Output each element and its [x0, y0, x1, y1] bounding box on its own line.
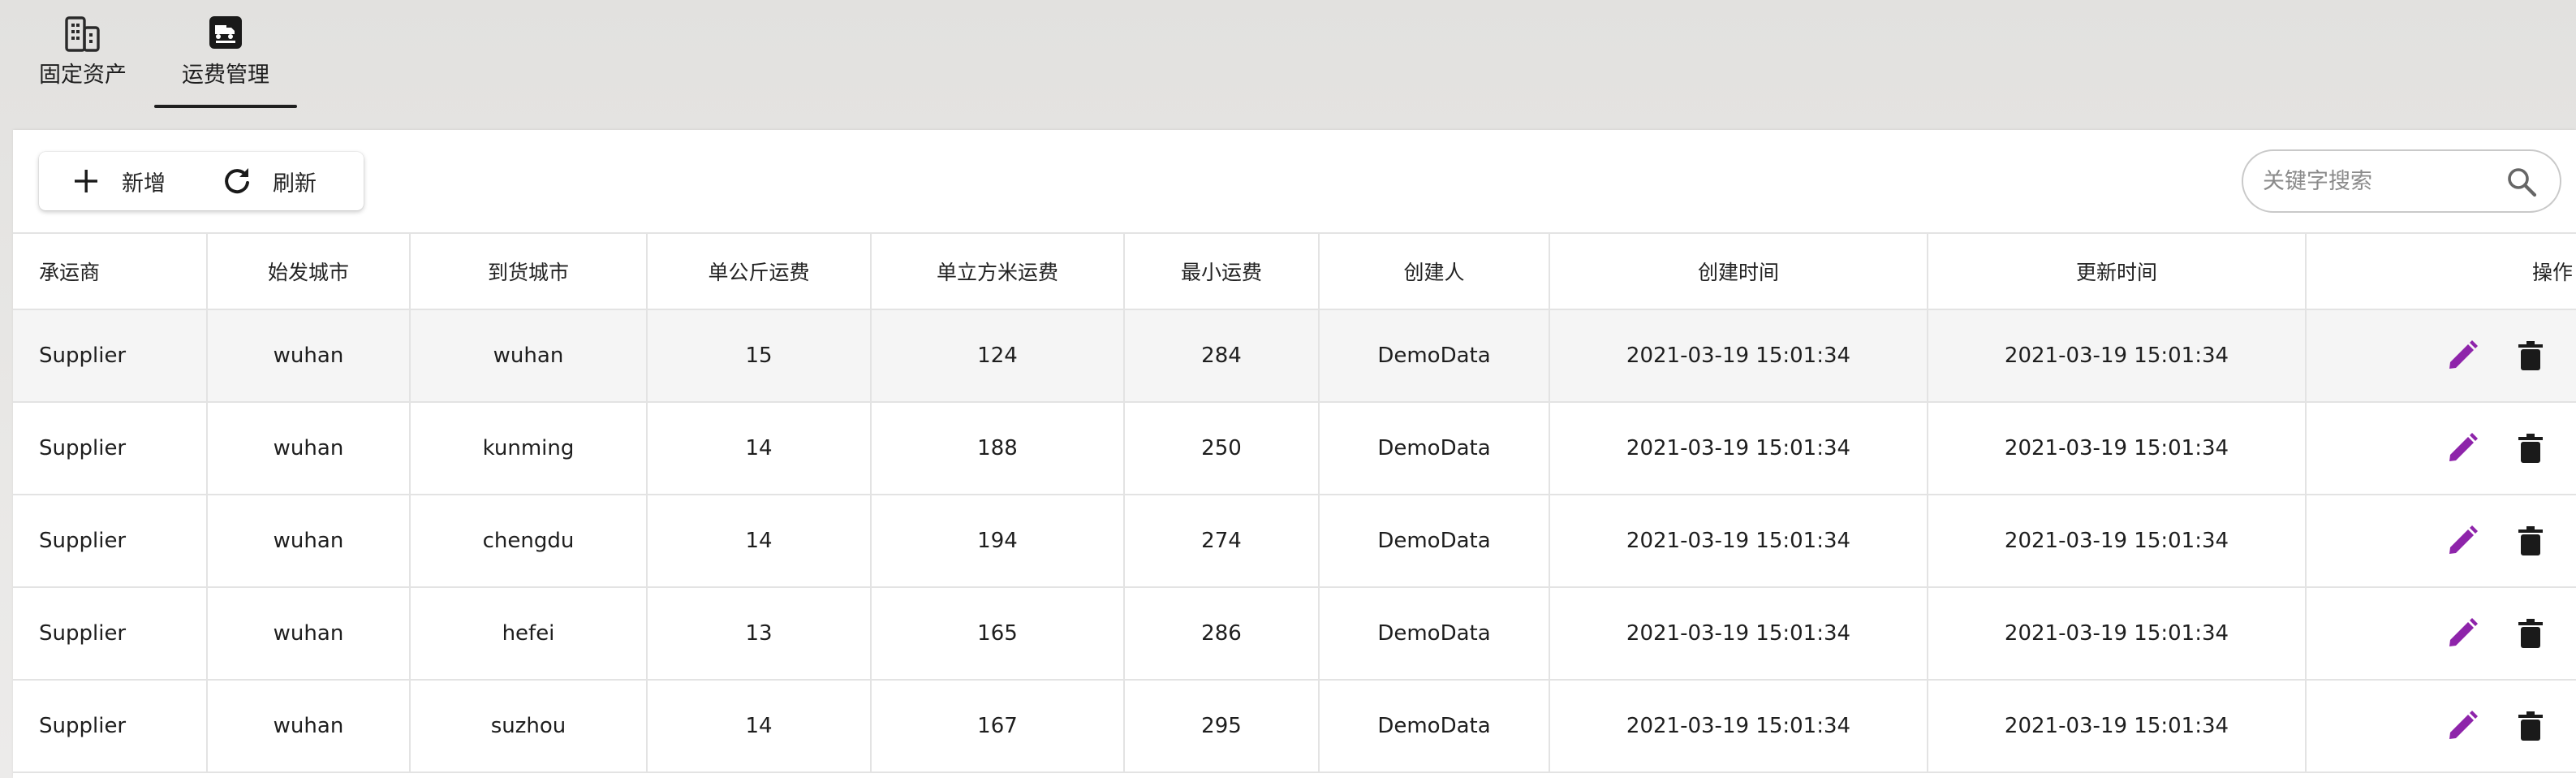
- cell-created-time: 2021-03-19 15:01:34: [1550, 681, 1928, 772]
- cell-updated-time: 2021-03-19 15:01:34: [1928, 403, 2307, 494]
- cell-origin-city: wuhan: [208, 495, 411, 586]
- cell-actions: [2307, 681, 2576, 772]
- cell-carrier: Supplier: [13, 588, 208, 679]
- delete-icon[interactable]: [2513, 708, 2548, 744]
- column-header-updated-time[interactable]: 更新时间: [1928, 234, 2307, 309]
- search-input[interactable]: [2263, 168, 2498, 194]
- refresh-button[interactable]: 刷新: [219, 152, 317, 210]
- cell-updated-time: 2021-03-19 15:01:34: [1928, 310, 2307, 401]
- cell-min-fee: 274: [1125, 495, 1320, 586]
- cell-created-time: 2021-03-19 15:01:34: [1550, 403, 1928, 494]
- cell-fee-per-m3: 194: [872, 495, 1125, 586]
- cell-min-fee: 284: [1125, 310, 1320, 401]
- delete-icon[interactable]: [2513, 523, 2548, 559]
- cell-fee-per-m3: 167: [872, 681, 1125, 772]
- cell-min-fee: 295: [1125, 681, 1320, 772]
- cell-destination-city: wuhan: [411, 310, 648, 401]
- table-row[interactable]: Supplier wuhan chengdu 14 194 274 DemoDa…: [13, 495, 2576, 588]
- cell-carrier: Supplier: [13, 403, 208, 494]
- cell-fee-per-kg: 13: [648, 588, 872, 679]
- column-header-carrier[interactable]: 承运商: [13, 234, 208, 309]
- active-tab-indicator: [154, 105, 297, 108]
- delete-icon[interactable]: [2513, 430, 2548, 466]
- column-header-fee-per-kg[interactable]: 单公斤运费: [648, 234, 872, 309]
- cell-min-fee: 286: [1125, 588, 1320, 679]
- cell-fee-per-kg: 14: [648, 681, 872, 772]
- cell-carrier: Supplier: [13, 681, 208, 772]
- cell-fee-per-kg: 14: [648, 403, 872, 494]
- cell-creator: DemoData: [1320, 681, 1550, 772]
- edit-icon[interactable]: [2445, 338, 2480, 374]
- refresh-icon: [219, 163, 255, 199]
- column-header-origin-city[interactable]: 始发城市: [208, 234, 411, 309]
- cell-destination-city: chengdu: [411, 495, 648, 586]
- main-panel: 新增 刷新 承运商 始发城市 到货城市 单公斤运费 单立方: [13, 130, 2576, 778]
- table-row[interactable]: Supplier wuhan wuhan 15 124 284 DemoData…: [13, 310, 2576, 403]
- cell-fee-per-m3: 188: [872, 403, 1125, 494]
- refresh-button-label: 刷新: [273, 171, 317, 197]
- cell-fee-per-m3: 124: [872, 310, 1125, 401]
- cell-destination-city: suzhou: [411, 681, 648, 772]
- cell-updated-time: 2021-03-19 15:01:34: [1928, 495, 2307, 586]
- cell-fee-per-kg: 14: [648, 495, 872, 586]
- plus-icon: [68, 163, 104, 199]
- cell-actions: [2307, 403, 2576, 494]
- top-tab-bar: 固定资产 运费管理: [0, 0, 2576, 130]
- add-button-label: 新增: [122, 171, 166, 197]
- column-header-created-time[interactable]: 创建时间: [1550, 234, 1928, 309]
- cell-origin-city: wuhan: [208, 588, 411, 679]
- table-row[interactable]: Supplier wuhan kunming 14 188 250 DemoDa…: [13, 403, 2576, 495]
- cell-origin-city: wuhan: [208, 310, 411, 401]
- search-box: [2242, 149, 2561, 213]
- column-header-min-fee[interactable]: 最小运费: [1125, 234, 1320, 309]
- edit-icon[interactable]: [2445, 523, 2480, 559]
- tab-fixed-assets[interactable]: 固定资产: [32, 0, 133, 109]
- cell-carrier: Supplier: [13, 310, 208, 401]
- cell-origin-city: wuhan: [208, 403, 411, 494]
- cell-updated-time: 2021-03-19 15:01:34: [1928, 588, 2307, 679]
- table-row[interactable]: Supplier wuhan hefei 13 165 286 DemoData…: [13, 588, 2576, 681]
- table-header-row: 承运商 始发城市 到货城市 单公斤运费 单立方米运费 最小运费 创建人 创建时间…: [13, 232, 2576, 310]
- cell-min-fee: 250: [1125, 403, 1320, 494]
- cell-actions: [2307, 310, 2576, 401]
- cell-fee-per-m3: 165: [872, 588, 1125, 679]
- edit-icon[interactable]: [2445, 430, 2480, 466]
- cell-actions: [2307, 588, 2576, 679]
- tab-fixed-assets-label: 固定资产: [39, 63, 127, 88]
- column-header-fee-per-m3[interactable]: 单立方米运费: [872, 234, 1125, 309]
- edit-icon[interactable]: [2445, 708, 2480, 744]
- tab-freight-management[interactable]: 运费管理: [154, 0, 297, 109]
- cell-updated-time: 2021-03-19 15:01:34: [1928, 681, 2307, 772]
- cell-created-time: 2021-03-19 15:01:34: [1550, 588, 1928, 679]
- cell-destination-city: kunming: [411, 403, 648, 494]
- cell-carrier: Supplier: [13, 495, 208, 586]
- delete-icon[interactable]: [2513, 616, 2548, 651]
- cell-actions: [2307, 495, 2576, 586]
- cell-creator: DemoData: [1320, 588, 1550, 679]
- column-header-creator[interactable]: 创建人: [1320, 234, 1550, 309]
- tab-freight-management-label: 运费管理: [182, 63, 269, 88]
- freight-truck-icon: [205, 13, 247, 52]
- add-button[interactable]: 新增: [68, 152, 166, 210]
- building-icon: [62, 13, 104, 52]
- search-icon[interactable]: [2505, 165, 2539, 199]
- delete-icon[interactable]: [2513, 338, 2548, 374]
- cell-created-time: 2021-03-19 15:01:34: [1550, 310, 1928, 401]
- edit-icon[interactable]: [2445, 616, 2480, 651]
- cell-fee-per-kg: 15: [648, 310, 872, 401]
- cell-origin-city: wuhan: [208, 681, 411, 772]
- cell-destination-city: hefei: [411, 588, 648, 679]
- cell-creator: DemoData: [1320, 495, 1550, 586]
- column-header-actions: 操作: [2531, 261, 2573, 284]
- column-header-destination-city[interactable]: 到货城市: [411, 234, 648, 309]
- table-row[interactable]: Supplier wuhan suzhou 14 167 295 DemoDat…: [13, 681, 2576, 773]
- cell-created-time: 2021-03-19 15:01:34: [1550, 495, 1928, 586]
- cell-creator: DemoData: [1320, 310, 1550, 401]
- toolbar: 新增 刷新: [39, 152, 364, 210]
- cell-creator: DemoData: [1320, 403, 1550, 494]
